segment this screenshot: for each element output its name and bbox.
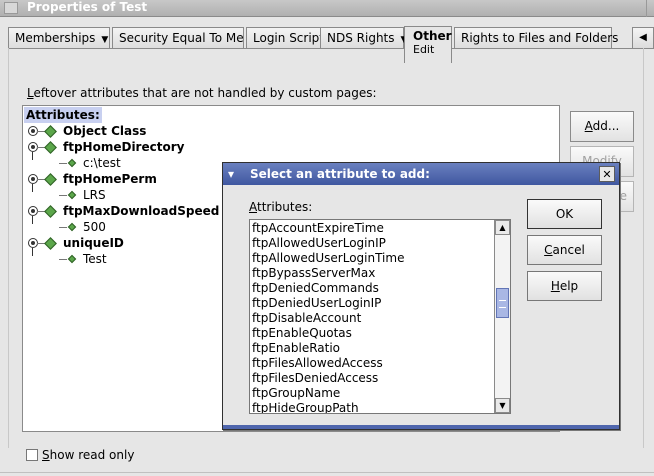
tree-connector: [59, 227, 67, 228]
scroll-up-arrow-icon: ▲: [499, 223, 506, 232]
tab-login-script-label: Login Script: [253, 31, 324, 45]
tree-attribute-ftp-home-directory[interactable]: ftpHomeDirectory: [63, 139, 184, 155]
window-bottom-border: [0, 472, 654, 473]
attribute-list-items: ftpAccountExpireTime ftpAllowedUserLogin…: [252, 221, 492, 413]
tree-connector: [59, 195, 67, 196]
ok-label: OK: [555, 207, 574, 221]
tab-other-sub-edit[interactable]: Edit: [413, 43, 443, 57]
tree-header: Attributes:: [24, 107, 102, 123]
tree-value-ftp-home-perm[interactable]: LRS: [83, 187, 106, 203]
tree-connector: [59, 259, 67, 260]
value-node-icon: [67, 254, 77, 264]
tab-login-script[interactable]: Login Script: [246, 27, 324, 49]
tree-value-ftp-home-directory[interactable]: c:\test: [83, 155, 121, 171]
tab-security-equal-label: Security Equal To Me: [119, 31, 244, 45]
scroll-down-arrow-icon: ▼: [499, 401, 506, 410]
tab-other[interactable]: Other Edit: [404, 26, 452, 63]
tab-memberships[interactable]: Memberships ▼: [8, 27, 110, 49]
list-item[interactable]: ftpGroupName: [252, 386, 492, 401]
scroll-down-button[interactable]: ▼: [495, 398, 510, 413]
value-node-icon: [67, 190, 77, 200]
attribute-node-icon: [44, 141, 57, 154]
close-icon[interactable]: ✕: [599, 166, 615, 182]
window-title-bar: Properties of Test: [0, 0, 654, 17]
tab-rights-files-label: Rights to Files and Folders: [461, 31, 619, 45]
add-mnemonic: A: [584, 119, 593, 133]
list-item[interactable]: ftpEnableRatio: [252, 341, 492, 356]
list-item[interactable]: ftpAllowedUserLoginTime: [252, 251, 492, 266]
tree-attribute-ftp-home-perm[interactable]: ftpHomePerm: [63, 171, 157, 187]
leftover-attributes-heading: Leftover attributes that are not handled…: [27, 86, 377, 100]
list-item[interactable]: ftpHideGroupPath: [252, 401, 492, 413]
panel-left-edge: [8, 48, 9, 448]
window-icon: [4, 2, 18, 14]
window-menu-chevron-icon[interactable]: ▾: [228, 163, 234, 185]
tree-connector: [32, 184, 33, 192]
value-node-icon: [67, 222, 77, 232]
tree-attribute-unique-id[interactable]: uniqueID: [63, 235, 124, 251]
remove-label: e: [619, 189, 627, 203]
tree-connector: [32, 248, 33, 256]
attributes-list-mnemonic: A: [249, 200, 257, 214]
heading-text: eftover attributes that are not handled …: [33, 86, 377, 100]
cancel-button[interactable]: Cancel: [527, 235, 602, 265]
value-node-icon: [67, 158, 77, 168]
tree-connector: [32, 152, 33, 160]
attributes-list-label-text: ttributes:: [257, 200, 313, 214]
tree-value-unique-id[interactable]: Test: [83, 251, 107, 267]
list-item[interactable]: ftpDeniedCommands: [252, 281, 492, 296]
chevron-down-icon: ▼: [101, 35, 109, 45]
attribute-list-scrollbar[interactable]: ▲ ▼: [494, 220, 510, 413]
show-read-only-mnemonic: S: [42, 448, 50, 462]
list-item[interactable]: ftpDisableAccount: [252, 311, 492, 326]
tree-connector: [59, 163, 67, 164]
tab-scroll-left-button[interactable]: ◀: [632, 27, 654, 49]
tab-security-equal-to-me[interactable]: Security Equal To Me: [112, 27, 244, 49]
attribute-list[interactable]: ftpAccountExpireTime ftpAllowedUserLogin…: [249, 219, 511, 414]
add-button[interactable]: Add...: [570, 111, 634, 142]
help-label: elp: [559, 279, 579, 293]
list-item[interactable]: ftpAllowedUserLoginIP: [252, 236, 492, 251]
tree-attribute-object-class[interactable]: Object Class: [63, 123, 146, 139]
tree-connector: [32, 216, 33, 224]
dialog-bottom-border: [223, 425, 619, 429]
attributes-list-label: Attributes:: [249, 200, 312, 214]
dialog-title: Select an attribute to add:: [250, 167, 430, 181]
dialog-title-bar[interactable]: ▾ Select an attribute to add: ✕: [223, 163, 619, 185]
tab-other-label: Other: [413, 29, 452, 43]
cancel-mnemonic: C: [544, 243, 553, 257]
list-item[interactable]: ftpBypassServerMax: [252, 266, 492, 281]
add-label: dd...: [592, 119, 620, 133]
show-read-only-checkbox[interactable]: [26, 449, 38, 461]
window-title: Properties of Test: [27, 0, 148, 14]
cancel-label: ancel: [552, 243, 585, 257]
list-item[interactable]: ftpAccountExpireTime: [252, 221, 492, 236]
tab-rights-to-files-and-folders[interactable]: Rights to Files and Folders: [454, 27, 618, 49]
help-mnemonic: H: [550, 279, 560, 293]
ok-button[interactable]: OK: [527, 199, 602, 229]
attribute-node-icon: [44, 173, 57, 186]
list-item[interactable]: ftpFilesDeniedAccess: [252, 371, 492, 386]
tree-value-ftp-max-download-speed[interactable]: 500: [83, 219, 106, 235]
scroll-thumb[interactable]: [496, 288, 509, 318]
list-item[interactable]: ftpDeniedUserLoginIP: [252, 296, 492, 311]
chevron-left-icon: ◀: [639, 32, 647, 43]
show-read-only-option[interactable]: Show read only: [26, 447, 134, 463]
scroll-up-button[interactable]: ▲: [495, 220, 510, 235]
panel-right-edge: [643, 48, 644, 448]
help-button[interactable]: Help: [527, 271, 602, 301]
title-bar-edge: [646, 0, 654, 17]
tab-memberships-label: Memberships: [15, 31, 96, 45]
tree-attribute-ftp-max-download-speed[interactable]: ftpMaxDownloadSpeed: [63, 203, 219, 219]
tab-nds-rights-label: NDS Rights: [327, 31, 395, 45]
select-attribute-dialog: ▾ Select an attribute to add: ✕ Attribut…: [222, 162, 620, 430]
show-read-only-label: how read only: [49, 448, 135, 462]
tab-panel-border: [8, 48, 654, 49]
list-item[interactable]: ftpFilesAllowedAccess: [252, 356, 492, 371]
attribute-node-icon: [44, 205, 57, 218]
attribute-node-icon: [44, 237, 57, 250]
attribute-node-icon: [44, 125, 57, 138]
list-item[interactable]: ftpEnableQuotas: [252, 326, 492, 341]
tab-nds-rights[interactable]: NDS Rights▼: [320, 27, 407, 49]
